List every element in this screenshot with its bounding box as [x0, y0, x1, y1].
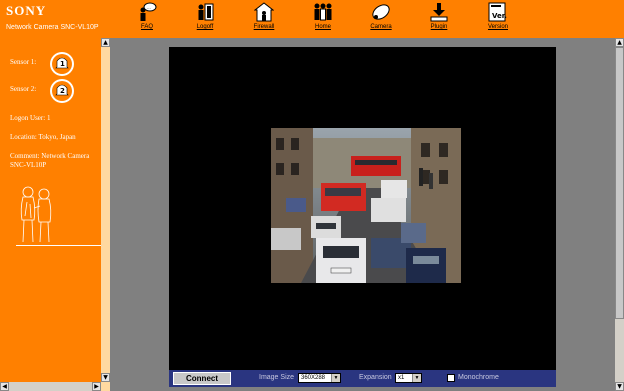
image-size-label: Image Size [259, 374, 295, 381]
camera-live-image [271, 128, 461, 283]
sensor-2-bell-icon[interactable]: 2 [49, 78, 75, 104]
main-vertical-scrollbar[interactable]: ▲ ▼ [615, 38, 624, 391]
sensor-1-row: Sensor 1: 1 [10, 51, 100, 77]
firewall-icon [254, 2, 274, 22]
svg-text:Ver.: Ver. [492, 12, 507, 20]
version-icon: Ver. [488, 2, 507, 22]
brand-logo: SONY [6, 3, 47, 18]
connect-button[interactable]: Connect [173, 372, 231, 385]
sensor-2-row: Sensor 2: 2 [10, 78, 100, 104]
sidebar-horizontal-scrollbar[interactable]: ◀ ▶ [0, 382, 101, 391]
scroll-up-icon[interactable]: ▲ [615, 38, 624, 47]
logoff-icon [198, 3, 214, 21]
expansion-select[interactable]: x1 ▼ [395, 373, 422, 383]
faq-icon: ... [140, 2, 157, 21]
svg-text:...: ... [147, 5, 151, 10]
logon-user: Logon User: 1 [10, 114, 51, 122]
sensor-1-bell-icon[interactable]: 1 [49, 51, 75, 77]
sensor-2-label: Sensor 2: [10, 85, 37, 93]
svg-text:2: 2 [60, 87, 65, 95]
monochrome-checkbox[interactable] [447, 374, 455, 382]
toolbar-version[interactable]: Ver. Version [468, 2, 528, 38]
sensor-1-label: Sensor 1: [10, 58, 37, 66]
toolbar-home[interactable]: Home [293, 2, 353, 38]
scroll-right-icon[interactable]: ▶ [92, 382, 101, 391]
toolbar-plugin[interactable]: Plugin [409, 2, 469, 38]
home-icon [314, 3, 332, 21]
header-bar: SONY Network Camera SNC-VL10P ... FAQ Lo… [0, 0, 624, 38]
expansion-value: x1 [398, 375, 405, 381]
scroll-left-icon[interactable]: ◀ [0, 382, 9, 391]
chevron-down-icon[interactable]: ▼ [412, 374, 421, 382]
camera-model: Network Camera SNC-VL10P [6, 24, 99, 31]
people-illustration [20, 186, 52, 243]
chevron-down-icon[interactable]: ▼ [331, 374, 340, 382]
image-size-select[interactable]: 360X288 ▼ [298, 373, 341, 383]
comment: Comment: Network Camera SNC-VL10P [10, 152, 90, 169]
control-bar: Connect Image Size 360X288 ▼ Expansion x… [169, 370, 556, 387]
monochrome-label: Monochrome [458, 374, 499, 381]
plugin-icon [430, 3, 448, 22]
sidebar-vertical-scrollbar[interactable]: ▲ ▼ [101, 38, 110, 391]
toolbar-firewall[interactable]: Firewall [234, 2, 294, 38]
location: Location: Tokyo, Japan [10, 133, 76, 141]
scroll-down-icon[interactable]: ▼ [101, 373, 110, 382]
sidebar: Sensor 1: 1 Sensor 2: 2 Logon User: 1 Lo… [0, 38, 101, 391]
toolbar-logoff[interactable]: Logoff [175, 2, 235, 38]
svg-text:1: 1 [60, 60, 65, 68]
expansion-label: Expansion [359, 374, 392, 381]
scroll-thumb[interactable] [615, 47, 624, 319]
image-size-value: 360X288 [301, 375, 326, 381]
camera-icon [372, 4, 390, 20]
toolbar-camera[interactable]: Camera [351, 2, 411, 38]
toolbar-faq[interactable]: ... FAQ [117, 2, 177, 38]
scroll-up-icon[interactable]: ▲ [101, 38, 110, 47]
scroll-down-icon[interactable]: ▼ [615, 382, 624, 391]
divider [16, 245, 101, 246]
